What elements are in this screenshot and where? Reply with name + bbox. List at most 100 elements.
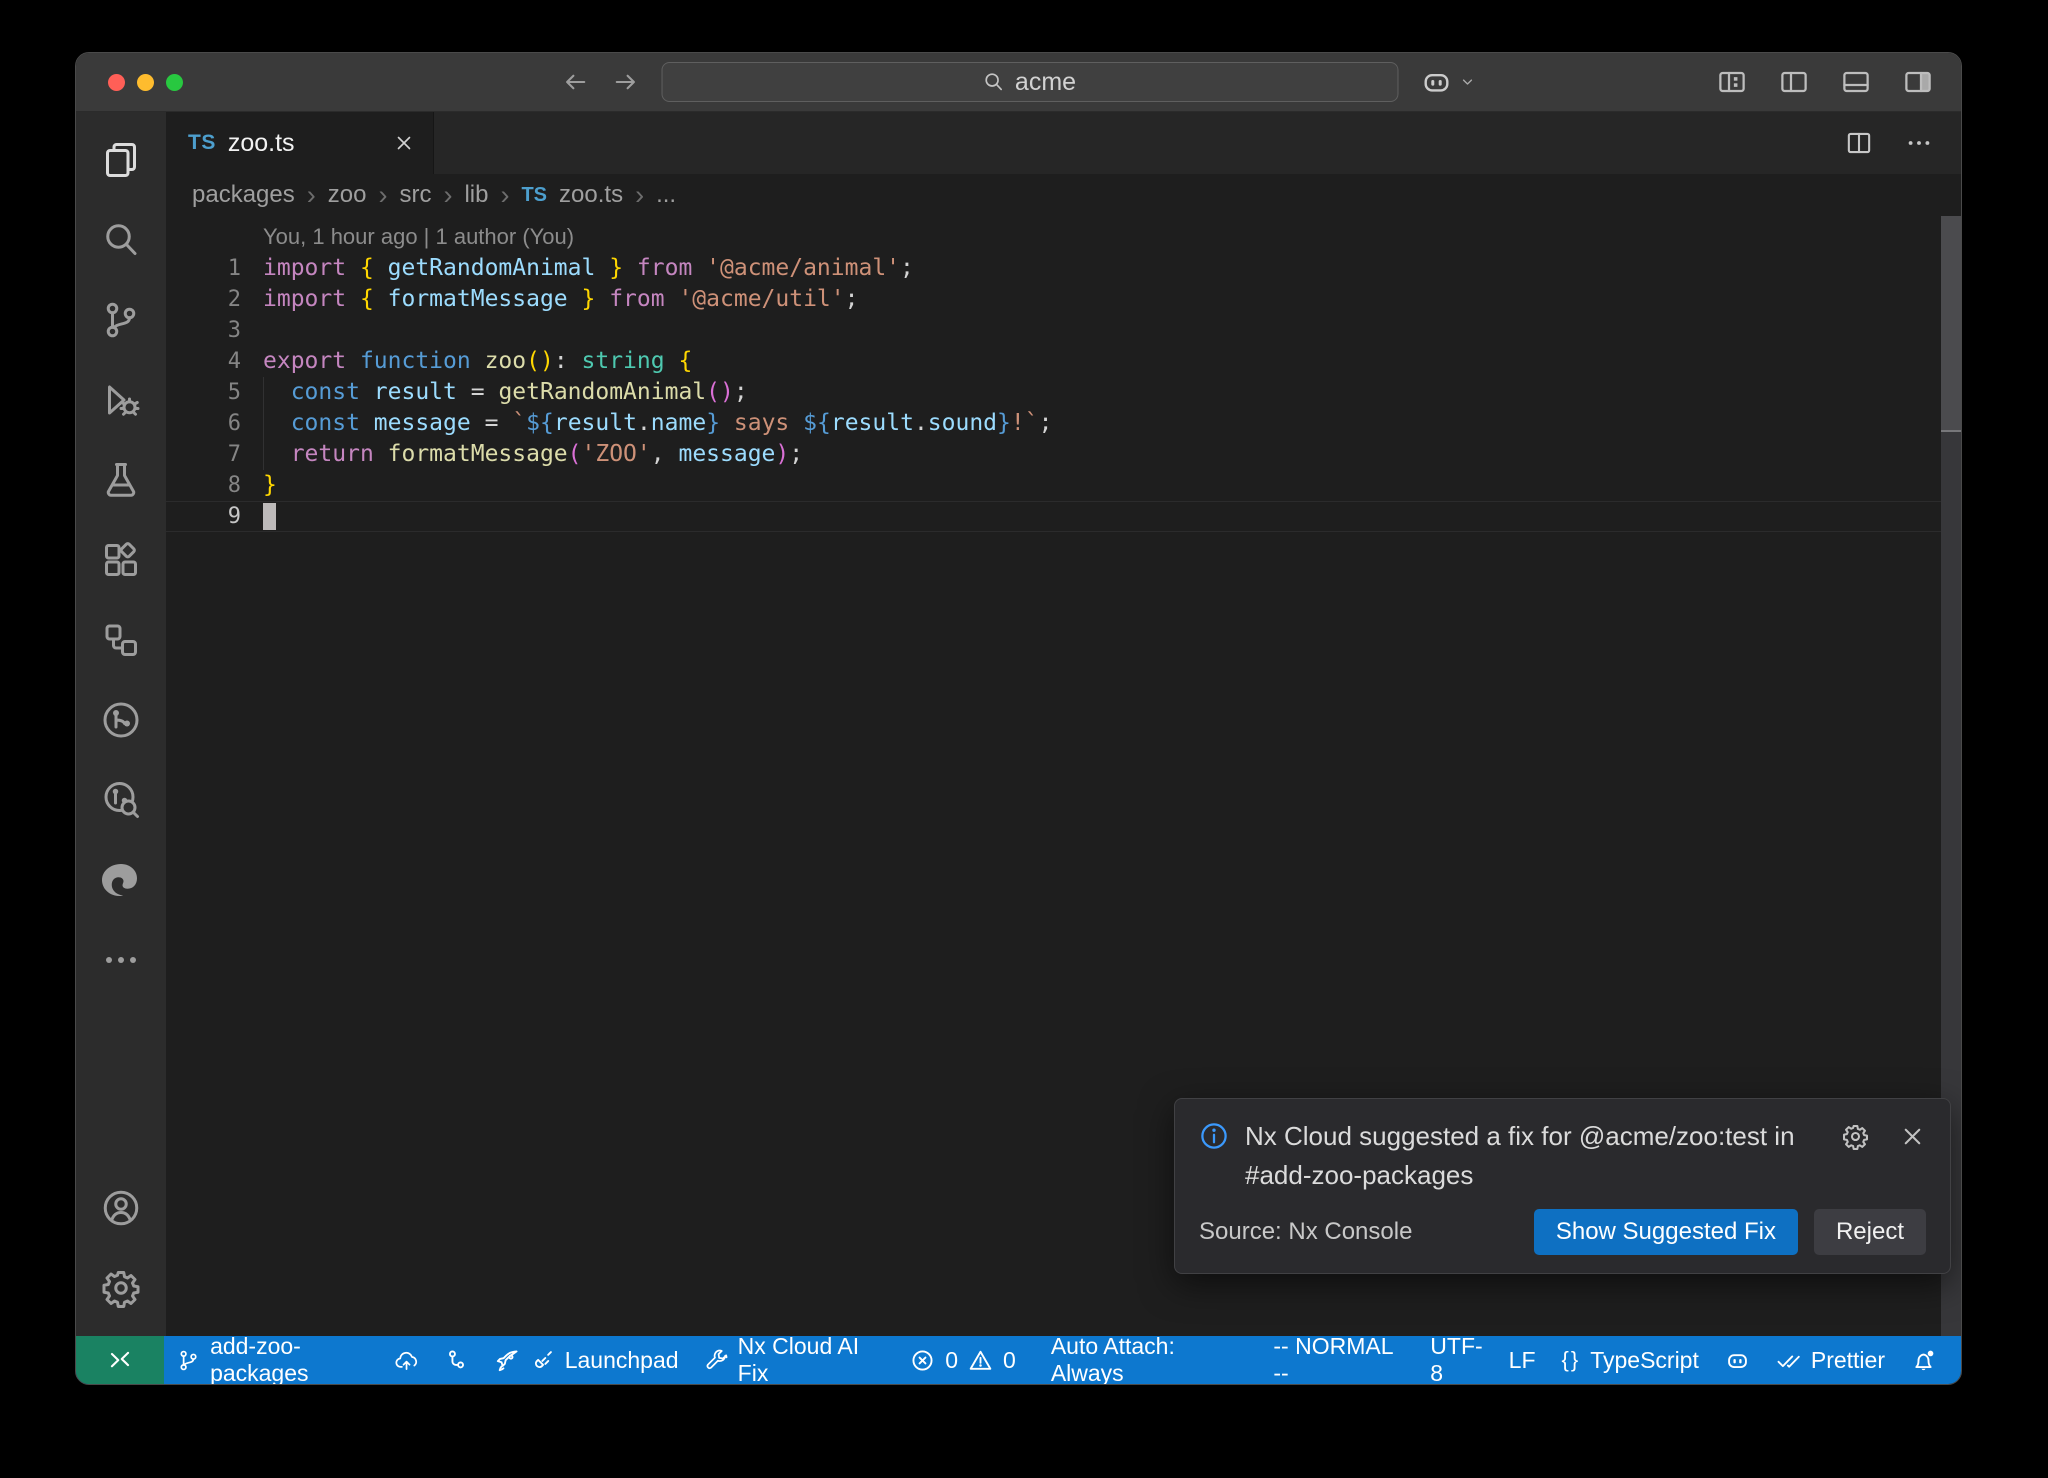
chevron-right-icon: › xyxy=(443,182,452,209)
warning-count: 0 xyxy=(1003,1347,1016,1374)
auto-attach-item[interactable]: Auto Attach: Always xyxy=(1029,1336,1252,1384)
code-line[interactable]: 5 const result = getRandomAnimal(); xyxy=(166,377,1961,408)
info-icon xyxy=(1199,1117,1229,1195)
tab-label: zoo.ts xyxy=(228,129,295,158)
nx-console-icon[interactable] xyxy=(88,600,154,680)
extensions-icon[interactable] xyxy=(88,520,154,600)
language-label: TypeScript xyxy=(1590,1347,1699,1374)
line-number: 9 xyxy=(166,502,241,531)
show-suggested-fix-button[interactable]: Show Suggested Fix xyxy=(1534,1209,1798,1255)
notification-source: Source: Nx Console xyxy=(1199,1218,1412,1246)
commit-graph-icon[interactable] xyxy=(88,680,154,760)
copilot-menu[interactable] xyxy=(1420,66,1476,98)
block-cursor xyxy=(263,503,276,530)
copilot-icon xyxy=(1420,66,1452,98)
breadcrumb: packages › zoo › src › lib › TS zoo.ts ›… xyxy=(166,174,1961,216)
toggle-secondary-sidebar-icon[interactable] xyxy=(1903,67,1933,97)
explorer-icon[interactable] xyxy=(88,120,154,200)
code-text: const result = getRandomAnimal(); xyxy=(241,377,748,408)
encoding-label: UTF-8 xyxy=(1430,1333,1482,1385)
git-branch-item[interactable]: add-zoo-packages xyxy=(164,1336,431,1384)
line-number: 4 xyxy=(166,346,241,377)
close-tab-icon[interactable] xyxy=(393,132,415,154)
rocket-icon xyxy=(495,1348,520,1373)
source-control-icon[interactable] xyxy=(88,280,154,360)
error-count: 0 xyxy=(945,1347,958,1374)
breadcrumb-item[interactable]: lib xyxy=(464,181,488,209)
close-window-button[interactable] xyxy=(108,74,125,91)
split-editor-icon[interactable] xyxy=(1845,129,1873,157)
toggle-panel-icon[interactable] xyxy=(1841,67,1871,97)
line-number: 8 xyxy=(166,470,241,501)
title-bar: acme xyxy=(76,53,1961,112)
breadcrumb-file[interactable]: zoo.ts xyxy=(559,181,623,209)
launchpad-label: Launchpad xyxy=(565,1347,679,1374)
eol-item[interactable]: LF xyxy=(1496,1336,1549,1384)
command-center-search[interactable]: acme xyxy=(661,62,1398,102)
cloud-upload-icon xyxy=(395,1348,418,1373)
minimize-window-button[interactable] xyxy=(137,74,154,91)
code-line[interactable]: 7 return formatMessage('ZOO', message); xyxy=(166,439,1961,470)
code-search-icon[interactable] xyxy=(88,760,154,840)
scrollbar-slider[interactable] xyxy=(1941,216,1961,432)
breadcrumb-item[interactable]: zoo xyxy=(328,181,367,209)
more-views-icon[interactable] xyxy=(88,920,154,1000)
editor-more-actions-icon[interactable] xyxy=(1905,129,1933,157)
account-icon[interactable] xyxy=(88,1168,154,1248)
code-text: return formatMessage('ZOO', message); xyxy=(241,439,803,470)
line-number: 6 xyxy=(166,408,241,439)
tab-zoo-ts[interactable]: TS zoo.ts xyxy=(166,112,434,174)
language-mode-item[interactable]: {} TypeScript xyxy=(1549,1336,1712,1384)
search-icon[interactable] xyxy=(88,200,154,280)
notification-settings-gear-icon[interactable] xyxy=(1842,1123,1869,1150)
edge-browser-icon[interactable] xyxy=(88,840,154,920)
typescript-file-icon: TS xyxy=(188,131,216,155)
notifications-bell-item[interactable] xyxy=(1898,1336,1949,1384)
breadcrumb-item[interactable]: packages xyxy=(192,181,295,209)
copilot-status-item[interactable] xyxy=(1712,1336,1763,1384)
code-line[interactable]: 2import { formatMessage } from '@acme/ut… xyxy=(166,284,1961,315)
zoom-window-button[interactable] xyxy=(166,74,183,91)
line-number: 3 xyxy=(166,315,241,346)
code-line[interactable]: 8} xyxy=(166,470,1961,501)
code-text: import { getRandomAnimal } from '@acme/a… xyxy=(241,253,914,284)
launchpad-item[interactable]: Launchpad xyxy=(482,1336,692,1384)
reject-button[interactable]: Reject xyxy=(1814,1209,1926,1255)
breadcrumb-item[interactable]: src xyxy=(399,181,431,209)
code-text xyxy=(241,315,263,346)
problems-item[interactable]: 0 0 xyxy=(897,1336,1029,1384)
window-controls xyxy=(108,74,183,91)
toggle-primary-sidebar-icon[interactable] xyxy=(1779,67,1809,97)
back-arrow-icon[interactable] xyxy=(561,68,589,96)
tab-bar: TS zoo.ts xyxy=(166,112,1961,174)
line-number: 1 xyxy=(166,253,241,284)
settings-gear-icon[interactable] xyxy=(88,1248,154,1328)
code-line[interactable]: 9 xyxy=(166,501,1961,532)
encoding-item[interactable]: UTF-8 xyxy=(1417,1336,1495,1384)
nx-cloud-fix-label: Nx Cloud AI Fix xyxy=(738,1333,885,1385)
check-all-icon xyxy=(1776,1348,1801,1373)
code-line[interactable]: 3 xyxy=(166,315,1961,346)
forward-arrow-icon[interactable] xyxy=(611,68,639,96)
remote-indicator[interactable] xyxy=(76,1336,164,1384)
notification-close-icon[interactable] xyxy=(1899,1123,1926,1150)
typescript-file-icon: TS xyxy=(521,184,547,207)
formatter-label: Prettier xyxy=(1811,1347,1885,1374)
search-icon xyxy=(983,71,1005,93)
chevron-down-icon xyxy=(1458,73,1476,91)
notification-message: Nx Cloud suggested a fix for @acme/zoo:t… xyxy=(1245,1117,1826,1195)
vim-mode-item[interactable]: -- NORMAL -- xyxy=(1251,1336,1417,1384)
bell-dot-icon xyxy=(1911,1348,1936,1373)
code-line[interactable]: 6 const message = `${result.name} says $… xyxy=(166,408,1961,439)
code-line[interactable]: 1import { getRandomAnimal } from '@acme/… xyxy=(166,253,1961,284)
breadcrumb-overflow[interactable]: ... xyxy=(656,181,676,209)
run-debug-icon[interactable] xyxy=(88,360,154,440)
status-bar: add-zoo-packages Launchpad Nx Cloud AI F… xyxy=(76,1336,1961,1384)
plug-icon xyxy=(530,1348,555,1373)
formatter-item[interactable]: Prettier xyxy=(1763,1336,1898,1384)
testing-icon[interactable] xyxy=(88,440,154,520)
customize-layout-icon[interactable] xyxy=(1717,67,1747,97)
ports-item[interactable] xyxy=(431,1336,482,1384)
code-line[interactable]: 4export function zoo(): string { xyxy=(166,346,1961,377)
nx-cloud-fix-item[interactable]: Nx Cloud AI Fix xyxy=(692,1336,898,1384)
